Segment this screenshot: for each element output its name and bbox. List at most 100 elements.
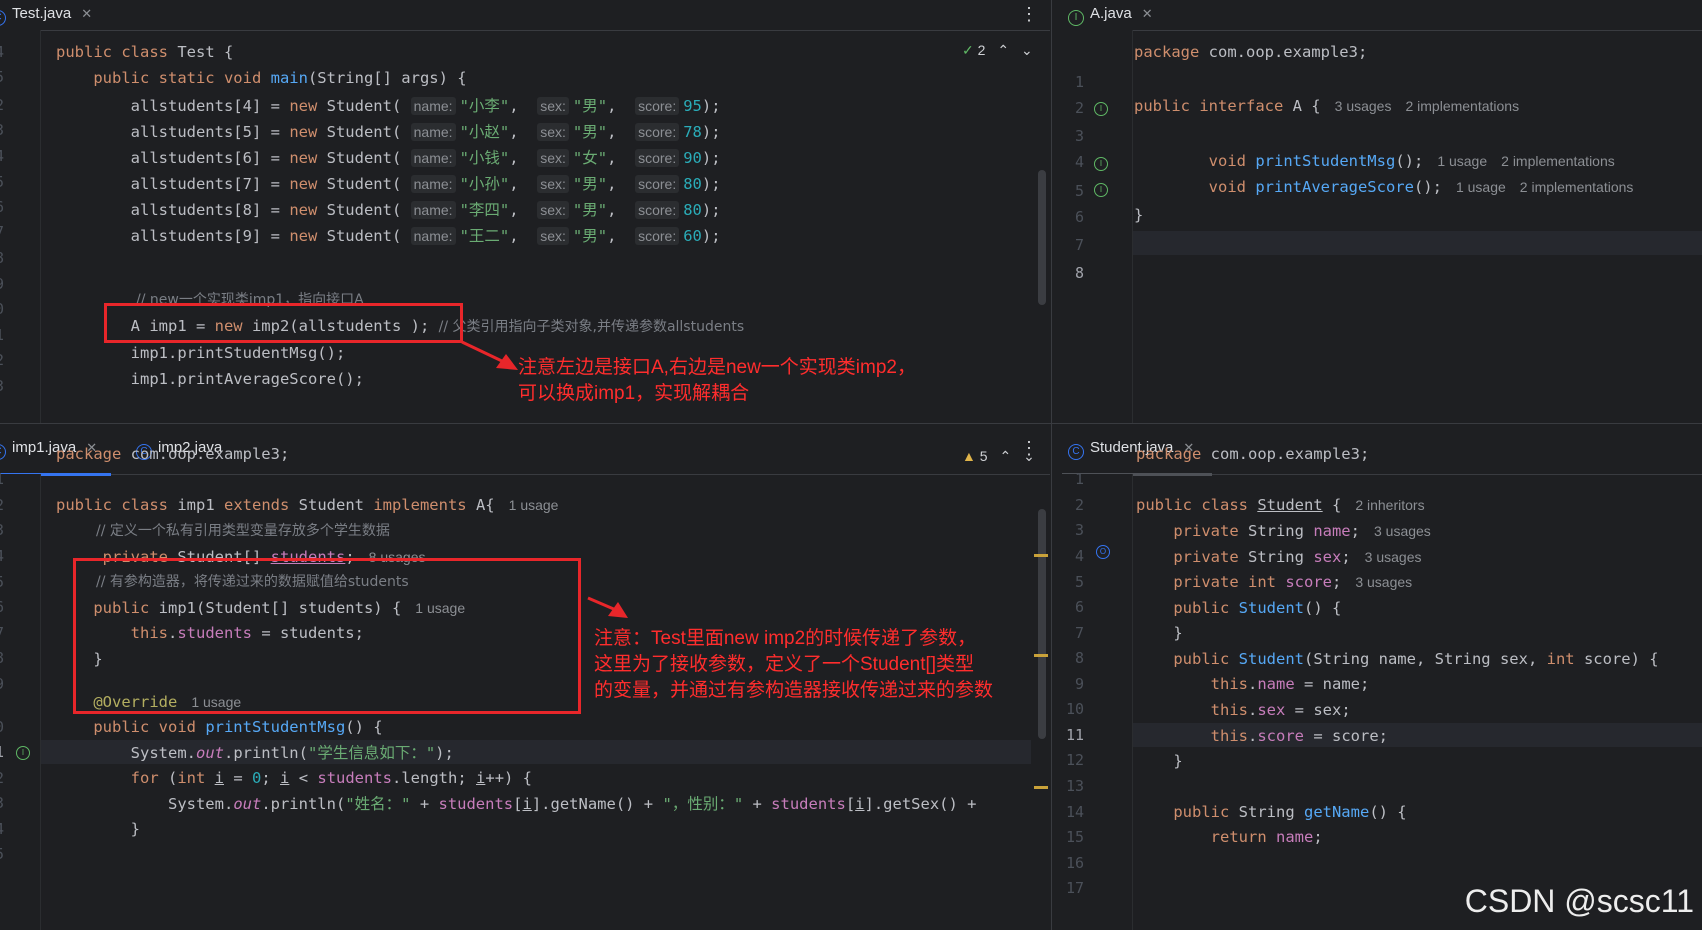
usages-hint[interactable]: 1 usage (1437, 153, 1487, 169)
code-line: for (int i = 0; i < students.length; i++… (130, 769, 533, 787)
code-line: private String name; 3 usages (1173, 522, 1431, 540)
code-line: imp1.printStudentMsg(); (56, 344, 346, 362)
code-line: this.name = name; (1210, 675, 1370, 693)
code-line: public Student(String name, String sex, … (1173, 650, 1659, 668)
implementations-hint[interactable]: 2 implementations (1501, 153, 1615, 169)
code-line: allstudents[4] = new Student( name: "小李",… (56, 97, 721, 115)
java-class-icon: C (0, 444, 6, 460)
warning-icon: ▲ (962, 448, 976, 464)
test-tab-bar: C Test.java ✕ ⋮ (0, 0, 1050, 31)
annotation-line: 这里为了接收参数，定义了一个Student[]类型 (594, 654, 975, 675)
usages-hint[interactable]: 1 usage (509, 497, 559, 513)
code-line: System.out.println("学生信息如下："); (56, 744, 454, 762)
line-number: 4 (0, 817, 4, 841)
line-number: 1 (0, 467, 4, 491)
line-number: 4 (0, 40, 4, 64)
code-line: public static void main(String[] args) { (93, 69, 467, 87)
inspection-widget[interactable]: ▲ 5 ⌃ ⌄ (962, 448, 1035, 465)
java-class-icon: C (0, 10, 6, 26)
implemented-icon[interactable]: I (1094, 183, 1108, 197)
annotation-line: 注意左边是接口A,右边是new一个实现类imp2， (518, 357, 916, 378)
line-number: 4 (1074, 153, 1084, 171)
line-number: 1 (0, 740, 4, 764)
code-line: this.sex = sex; (1210, 701, 1351, 719)
annotation-note: 注意左边是接口A,右边是new一个实现类imp2， 可以换成imp1，实现解耦合 (518, 355, 916, 407)
annotation-line: 注意：Test里面new imp2的时候传递了参数， (594, 628, 977, 649)
usages-hint[interactable]: 3 usages (1374, 523, 1431, 539)
line-number: 3 (0, 791, 4, 815)
chevron-down-icon[interactable]: ⌄ (1021, 42, 1033, 58)
code-line: package com.oop.example3; (1136, 445, 1370, 463)
highlight-box (104, 303, 463, 343)
current-line-highlight (1133, 231, 1702, 255)
line-number: 3 (1074, 127, 1084, 145)
usages-hint[interactable]: 1 usage (1456, 179, 1506, 195)
watermark: CSDN @scsc11 (1464, 883, 1694, 919)
code-line: } (56, 820, 140, 838)
line-number: 5 (0, 570, 4, 594)
code-line: package com.oop.example3; (1134, 43, 1368, 61)
code-line: public class Test { (56, 43, 234, 61)
code-line: package com.oop.example3; (56, 445, 290, 463)
line-number: 3 (0, 374, 4, 398)
tab-test-java[interactable]: C Test.java ✕ (0, 0, 92, 30)
line-number: 1 (1074, 73, 1084, 91)
code-line: private int score; 3 usages (1173, 573, 1413, 591)
inheritors-icon[interactable]: O (1096, 545, 1110, 559)
line-number: 7 (0, 220, 4, 244)
line-number: 6 (1074, 208, 1084, 226)
code-line: allstudents[7] = new Student( name: "小孙",… (56, 175, 721, 193)
code-line: } (1136, 624, 1183, 642)
chevron-up-icon[interactable]: ⌃ (997, 42, 1009, 58)
implementations-hint[interactable]: 2 implementations (1520, 179, 1634, 195)
line-number: 4 (1074, 547, 1084, 565)
code-comment: // 父类引用指向子类对象,并传递参数allstudents (438, 319, 745, 335)
line-number: 7 (0, 621, 4, 645)
code-line: public interface A {3 usages 2 implementa… (1134, 97, 1520, 115)
tab-a-java[interactable]: I A.java ✕ (1068, 0, 1153, 30)
line-number: 4 (0, 544, 4, 568)
usages-hint[interactable]: 3 usages (1355, 574, 1412, 590)
scrollbar[interactable] (1038, 509, 1046, 739)
implements-method-icon[interactable]: I (16, 746, 30, 760)
chevron-down-icon[interactable]: ⌄ (1023, 448, 1035, 464)
vertical-splitter[interactable] (1051, 0, 1052, 930)
line-number: 2 (0, 93, 4, 117)
annotation-line: 可以换成imp1，实现解耦合 (518, 383, 750, 404)
horizontal-splitter[interactable] (0, 423, 1702, 424)
line-number: 3 (1074, 521, 1084, 539)
line-gutter: 1 2 3 4 5 6 7 8 9 0 1 2 3 4 5 (0, 470, 41, 930)
line-number: 10 (1065, 700, 1084, 718)
code-line: allstudents[5] = new Student( name: "小赵",… (56, 123, 721, 141)
inheritors-hint[interactable]: 2 inheritors (1355, 497, 1424, 513)
inspection-widget[interactable]: ✓ 2 ⌃ ⌄ (962, 42, 1033, 59)
line-number: 11 (1065, 726, 1084, 744)
annotation-note: 注意：Test里面new imp2的时候传递了参数， 这里为了接收参数，定义了一… (594, 626, 993, 704)
more-options-icon[interactable]: ⋮ (1020, 0, 1038, 28)
usages-hint[interactable]: 3 usages (1365, 549, 1422, 565)
line-number: 7 (1074, 624, 1084, 642)
line-number: 9 (0, 672, 4, 696)
chevron-up-icon[interactable]: ⌃ (999, 448, 1011, 464)
line-number: 2 (0, 348, 4, 372)
arrow-icon (587, 596, 628, 618)
close-icon[interactable]: ✕ (1142, 6, 1153, 21)
implemented-icon[interactable]: I (1094, 157, 1108, 171)
implemented-icon[interactable]: I (1094, 102, 1108, 116)
code-line: } (1136, 752, 1183, 770)
implementations-hint[interactable]: 2 implementations (1405, 98, 1519, 114)
line-number: 4 (0, 144, 4, 168)
code-line: imp1.printAverageScore(); (56, 370, 364, 388)
line-number: 8 (0, 646, 4, 670)
line-number: 0 (0, 297, 4, 321)
warning-marker (1034, 554, 1048, 557)
tab-label: A.java (1090, 5, 1132, 22)
usages-hint[interactable]: 3 usages (1335, 98, 1392, 114)
test-editor-pane: C Test.java ✕ ⋮ 4 5 2 3 4 5 6 7 8 9 0 1 2 … (0, 0, 1050, 423)
line-number: 6 (0, 195, 4, 219)
code-line: public void printStudentMsg() { (93, 718, 383, 736)
code-line: void printStudentMsg(); 1 usage 2 implemen… (1208, 152, 1615, 170)
close-icon[interactable]: ✕ (81, 6, 92, 21)
warning-marker (1034, 786, 1048, 789)
scrollbar[interactable] (1038, 170, 1046, 305)
